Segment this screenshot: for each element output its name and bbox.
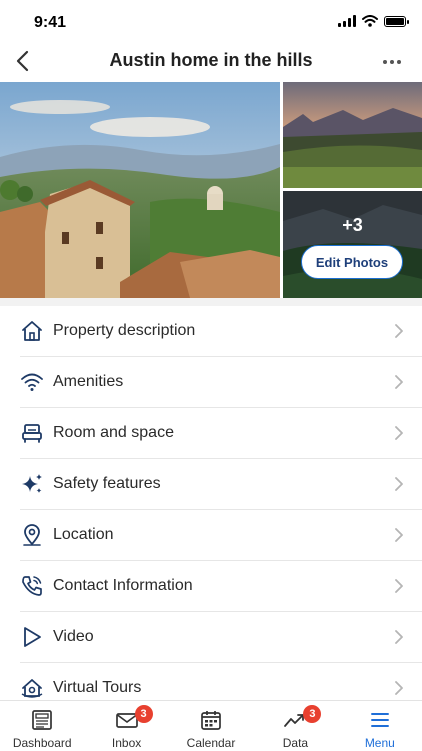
menu-item-contact-information[interactable]: Contact Information	[20, 561, 422, 612]
menu-item-safety-features[interactable]: Safety features	[20, 459, 422, 510]
chevron-right-icon	[395, 426, 403, 440]
main-photo[interactable]	[0, 82, 280, 298]
menu-item-amenities[interactable]: Amenities	[20, 357, 422, 408]
more-photos-count: +3	[342, 215, 363, 235]
location-pin-icon	[23, 524, 41, 546]
more-options-icon[interactable]	[378, 50, 406, 74]
menu-item-label: Contact Information	[53, 577, 193, 594]
cellular-signal-icon	[338, 15, 356, 27]
nav-header: Austin home in the hills	[0, 44, 422, 80]
chevron-right-icon	[395, 324, 403, 338]
chevron-right-icon	[395, 477, 403, 491]
menu-item-video[interactable]: Video	[20, 612, 422, 663]
tab-label: Data	[282, 736, 309, 750]
sparkles-icon	[22, 474, 42, 493]
secondary-photo[interactable]	[283, 82, 422, 188]
menu-item-location[interactable]: Location	[20, 510, 422, 561]
virtual-tour-icon	[21, 679, 43, 698]
wifi-icon	[21, 373, 43, 391]
menu-item-label: Safety features	[53, 475, 161, 492]
inbox-badge: 3	[134, 705, 153, 723]
status-time: 9:41	[34, 14, 67, 31]
menu-item-label: Amenities	[53, 373, 124, 390]
back-chevron-icon[interactable]	[8, 46, 40, 78]
tab-label: Inbox	[111, 736, 142, 750]
chevron-right-icon	[395, 579, 403, 593]
tab-label: Menu	[364, 736, 395, 750]
more-photos-tile[interactable]: +3 Edit Photos	[283, 191, 422, 298]
status-icons	[338, 15, 409, 27]
bed-icon	[22, 424, 42, 443]
battery-icon	[384, 15, 409, 27]
tab-label: Calendar	[186, 736, 236, 750]
tab-data[interactable]: 3 Data	[253, 701, 337, 751]
play-icon	[24, 627, 41, 647]
status-bar: 9:41	[0, 0, 422, 44]
page-title: Austin home in the hills	[109, 50, 313, 70]
data-badge: 3	[303, 705, 322, 723]
menu-item-property-description[interactable]: Property description	[20, 306, 422, 357]
bottom-tab-bar: Dashboard 3 Inbox Calendar 3 Data Menu	[0, 700, 422, 751]
chevron-right-icon	[395, 630, 403, 644]
chevron-right-icon	[395, 375, 403, 389]
home-icon	[22, 321, 42, 341]
tab-dashboard[interactable]: Dashboard	[0, 701, 84, 751]
menu-item-label: Room and space	[53, 424, 174, 441]
property-menu-list: Property description Amenities Room and …	[0, 306, 422, 714]
phone-icon	[22, 576, 42, 596]
chevron-right-icon	[395, 528, 403, 542]
tab-label: Dashboard	[12, 736, 72, 750]
tab-calendar[interactable]: Calendar	[169, 701, 253, 751]
tab-inbox[interactable]: 3 Inbox	[84, 701, 168, 751]
photo-gallery: +3 Edit Photos	[0, 82, 422, 298]
menu-icon	[370, 713, 389, 727]
calendar-icon	[201, 711, 221, 730]
menu-item-label: Property description	[53, 322, 196, 339]
menu-item-label: Virtual Tours	[53, 679, 142, 696]
chevron-right-icon	[395, 681, 403, 695]
edit-photos-button[interactable]: Edit Photos	[301, 245, 403, 279]
newspaper-icon	[32, 710, 53, 730]
menu-item-room-and-space[interactable]: Room and space	[20, 408, 422, 459]
menu-item-label: Video	[53, 628, 94, 645]
section-divider	[0, 298, 422, 306]
wifi-status-icon	[362, 15, 378, 27]
tab-menu[interactable]: Menu	[338, 701, 422, 751]
menu-item-label: Location	[53, 526, 114, 543]
